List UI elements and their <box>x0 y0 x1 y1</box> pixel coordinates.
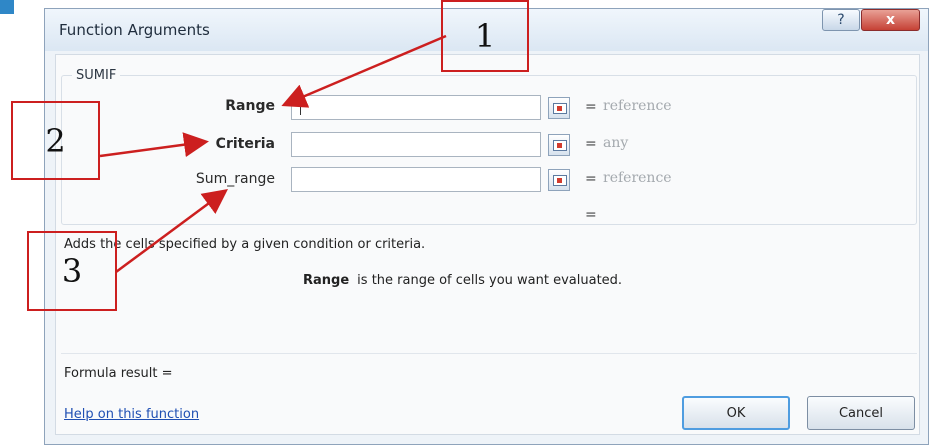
arrow-3 <box>115 189 229 274</box>
arrow-2 <box>99 132 209 158</box>
annotation-arrows <box>99 34 447 274</box>
arrow-1 <box>281 34 447 108</box>
